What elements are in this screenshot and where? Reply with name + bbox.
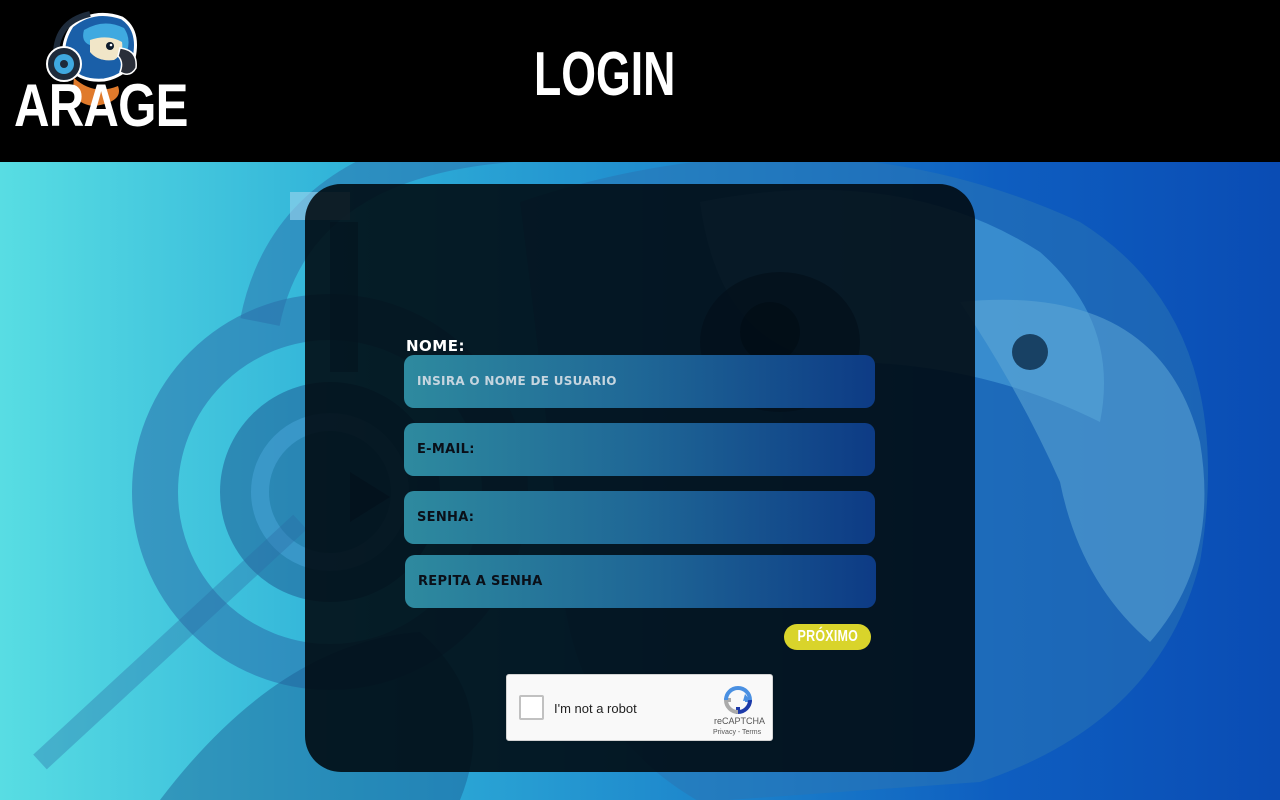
recaptcha-links[interactable]: Privacy - Terms [713, 729, 761, 736]
recaptcha-widget: I'm not a robot reCAPTCHA Privacy - Term… [506, 674, 773, 741]
page-title: LOGIN [534, 40, 676, 109]
username-input[interactable] [404, 355, 875, 408]
logo-wordmark: ARAGE [14, 72, 188, 139]
top-header: ARAGE LOGIN [0, 0, 1280, 162]
recaptcha-label: I'm not a robot [554, 701, 637, 716]
password-input[interactable] [404, 491, 875, 544]
recaptcha-icon [723, 686, 753, 715]
next-button[interactable]: PRÓXIMO [784, 624, 871, 650]
repeat-password-input[interactable] [405, 555, 876, 608]
arage-logo[interactable]: ARAGE [10, 4, 188, 144]
next-button-label: PRÓXIMO [797, 628, 858, 645]
email-input[interactable] [404, 423, 875, 476]
name-label: NOME: [406, 337, 465, 355]
recaptcha-checkbox[interactable] [519, 695, 544, 720]
recaptcha-brand: reCAPTCHA [714, 716, 766, 726]
